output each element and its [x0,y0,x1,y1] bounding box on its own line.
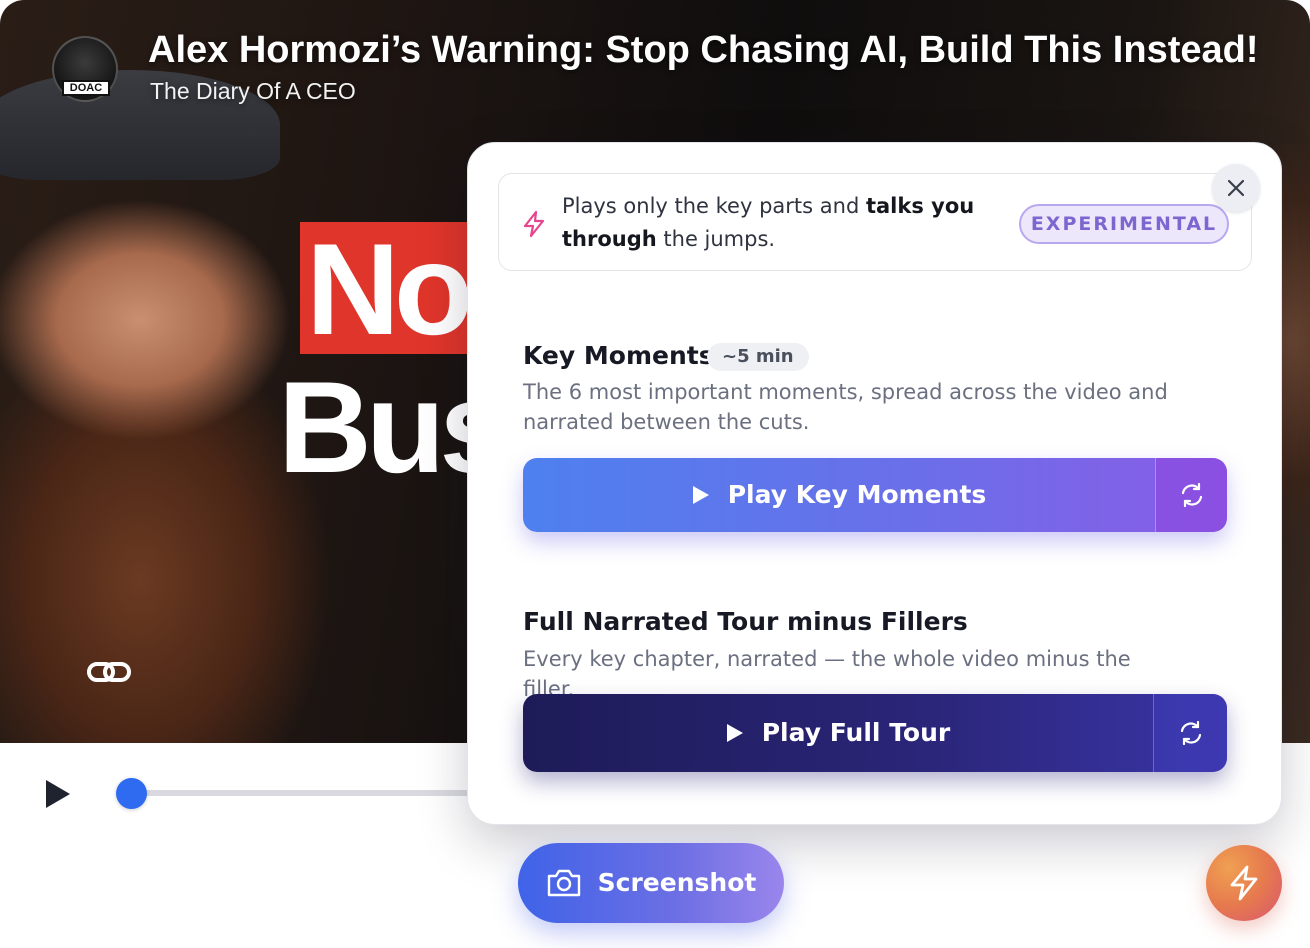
play-key-moments-button[interactable]: Play Key Moments [523,458,1155,532]
duration-chip: ~5 min [707,343,809,371]
progress-knob[interactable] [116,778,147,809]
info-box: Plays only the key parts and talks you t… [498,173,1252,271]
full-tour-action: Play Full Tour [523,694,1227,772]
thumbnail-text-top: No [306,216,473,362]
link-icon[interactable] [86,656,132,688]
close-button[interactable] [1212,164,1260,212]
play-full-tour-button[interactable]: Play Full Tour [523,694,1153,772]
screenshot-label: Screenshot [597,868,757,897]
full-tour-title: Full Narrated Tour minus Fillers [523,607,968,636]
key-moments-description: The 6 most important moments, spread acr… [523,380,1168,434]
play-full-tour-label: Play Full Tour [761,718,951,747]
screenshot-button[interactable]: Screenshot [518,843,784,923]
camera-icon [547,869,580,897]
bolt-icon [1230,865,1258,901]
narrated-tour-panel: Plays only the key parts and talks you t… [467,142,1282,825]
close-icon [1227,179,1245,197]
channel-name[interactable]: The Diary Of A CEO [150,76,356,106]
refresh-icon [1180,720,1201,746]
play-icon [692,486,709,504]
play-key-moments-label: Play Key Moments [727,480,987,509]
experimental-badge: EXPERIMENTAL [1019,204,1229,244]
play-icon [726,724,743,742]
regenerate-full-tour-button[interactable] [1153,694,1227,772]
info-text: Plays only the key parts and talks you t… [562,194,975,251]
regenerate-key-moments-button[interactable] [1155,458,1227,532]
channel-badge: DOAC [62,80,110,96]
video-title[interactable]: Alex Hormozi’s Warning: Stop Chasing AI,… [148,28,1259,72]
refresh-icon [1181,482,1202,508]
key-moments-action: Play Key Moments [523,458,1227,532]
bolt-icon [521,210,547,238]
play-icon[interactable] [44,778,72,810]
progress-track[interactable] [130,790,490,796]
narrate-fab-button[interactable] [1206,845,1282,921]
key-moments-title: Key Moments [523,341,714,370]
